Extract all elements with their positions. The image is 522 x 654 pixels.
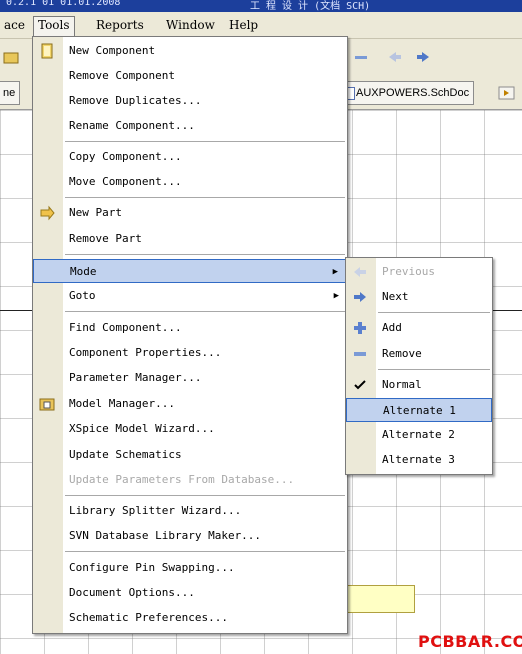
submenu-item-next[interactable]: Next — [346, 285, 492, 309]
submenu-arrow-icon: ▶ — [332, 267, 338, 277]
submenu-item-alternate-3[interactable]: Alternate 3 — [346, 448, 492, 472]
menu-place[interactable]: ace — [0, 17, 29, 34]
menu-tools[interactable]: Tools — [33, 16, 75, 37]
tab-auxpowers-schdoc[interactable]: AUXPOWERS.SchDoc — [339, 81, 475, 105]
menu-item-update-parameters-from-database: Update Parameters From Database... — [69, 473, 295, 486]
menu-item-component-properties[interactable]: Component Properties... — [33, 341, 347, 365]
menu-item-configure-pin-swapping[interactable]: Configure Pin Swapping... — [33, 556, 347, 580]
menu-item-document-options[interactable]: Document Options... — [33, 581, 347, 605]
menu-help[interactable]: Help — [225, 17, 262, 34]
submenu-item-alternate-1[interactable]: Alternate 1 — [346, 398, 492, 422]
back-arrow-icon[interactable] — [386, 49, 404, 65]
menu-separator — [65, 495, 345, 496]
title-text-right: 工 程 设 计 (文档 SCH) — [250, 1, 371, 12]
window-title-bar: 0.2.1 01 01.01.2008 工 程 设 计 (文档 SCH) — [0, 0, 522, 12]
new-component-icon — [39, 43, 55, 59]
menu-window[interactable]: Window — [162, 17, 219, 34]
menu-item-schematic-preferences[interactable]: Schematic Preferences... — [33, 606, 347, 630]
submenu-item-previous: Previous — [346, 260, 492, 284]
tools-dropdown-menu: New Component Remove Component Remove Du… — [32, 36, 348, 634]
open-folder-icon[interactable] — [2, 49, 20, 65]
minus-icon — [352, 346, 368, 362]
tab-label: AUXPOWERS.SchDoc — [356, 87, 470, 99]
schematic-component-box[interactable] — [345, 585, 415, 613]
new-part-icon — [39, 205, 55, 221]
submenu-item-alternate-2[interactable]: Alternate 2 — [346, 423, 492, 447]
menu-item-update-schematics[interactable]: Update Schematics — [33, 443, 347, 467]
menu-item-remove-component[interactable]: Remove Component — [33, 64, 347, 88]
menu-item-library-splitter-wizard[interactable]: Library Splitter Wizard... — [33, 499, 347, 523]
submenu-arrow-icon: ▶ — [333, 291, 339, 301]
menu-separator — [65, 551, 345, 552]
submenu-item-add[interactable]: Add — [346, 316, 492, 340]
menu-item-new-part[interactable]: New Part — [33, 201, 347, 225]
menu-separator — [65, 311, 345, 312]
submenu-item-remove[interactable]: Remove — [346, 342, 492, 366]
arrow-right-icon — [352, 289, 368, 305]
mode-submenu: Previous Next Add Remove Normal Alternat… — [345, 257, 493, 475]
zoom-out-icon[interactable] — [352, 49, 370, 65]
menu-separator — [378, 312, 490, 313]
menu-item-move-component[interactable]: Move Component... — [33, 170, 347, 194]
menu-item-svn-database-library-maker[interactable]: SVN Database Library Maker... — [33, 524, 347, 548]
plus-icon — [352, 320, 368, 336]
tab-left-stub[interactable]: ne — [0, 81, 21, 105]
model-manager-icon — [39, 396, 55, 412]
menu-separator — [65, 141, 345, 142]
menu-item-mode[interactable]: Mode ▶ — [33, 259, 347, 283]
menu-separator — [65, 197, 345, 198]
menu-bar: ace Tools Reports Window Help — [0, 12, 522, 39]
menu-separator — [378, 369, 490, 370]
menu-separator — [65, 254, 345, 255]
menu-reports[interactable]: Reports — [92, 17, 148, 34]
submenu-item-normal[interactable]: Normal — [346, 373, 492, 397]
menu-item-remove-duplicates[interactable]: Remove Duplicates... — [33, 89, 347, 113]
title-text-left: 0.2.1 01 01.01.2008 — [6, 0, 121, 8]
tab-arrow-icon[interactable] — [498, 86, 516, 100]
menu-item-new-component[interactable]: New Component — [33, 39, 347, 63]
menu-item-model-manager[interactable]: Model Manager... — [33, 392, 347, 416]
menu-item-remove-part[interactable]: Remove Part — [33, 227, 347, 251]
menu-item-rename-component[interactable]: Rename Component... — [33, 114, 347, 138]
menu-item-find-component[interactable]: Find Component... — [33, 316, 347, 340]
menu-item-copy-component[interactable]: Copy Component... — [33, 145, 347, 169]
menu-item-xspice-model-wizard[interactable]: XSpice Model Wizard... — [33, 417, 347, 441]
forward-arrow-icon[interactable] — [414, 49, 432, 65]
menu-item-parameter-manager[interactable]: Parameter Manager... — [33, 366, 347, 390]
menu-item-goto[interactable]: Goto ▶ — [33, 284, 347, 308]
arrow-left-icon — [352, 264, 368, 280]
checkmark-icon — [352, 377, 368, 393]
watermark: PCBBAR.COM — [418, 632, 522, 651]
